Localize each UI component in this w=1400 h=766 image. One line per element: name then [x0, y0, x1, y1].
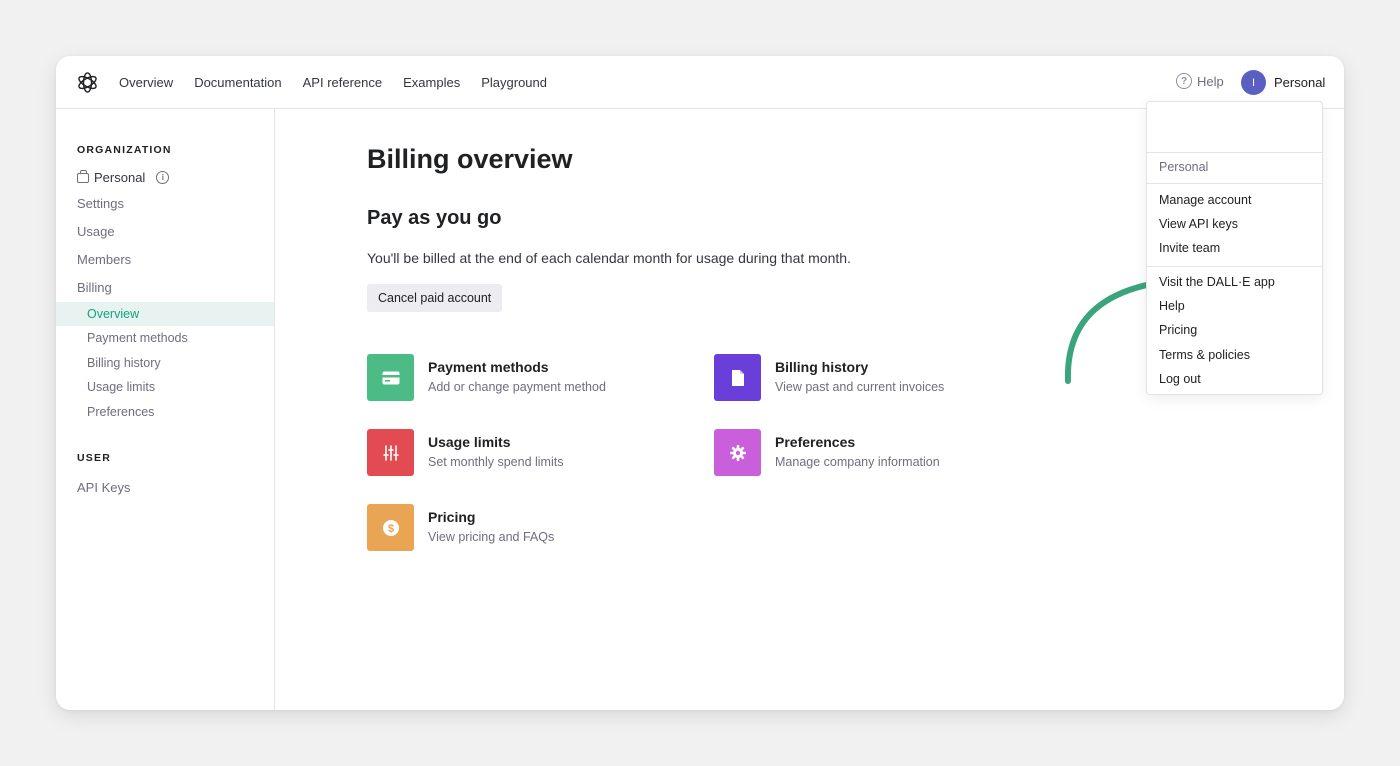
card-title: Preferences: [775, 434, 856, 450]
nav-documentation[interactable]: Documentation: [194, 75, 281, 90]
account-dropdown: Personal Manage account View API keys In…: [1146, 101, 1323, 395]
menu-item-log-out[interactable]: Log out: [1159, 372, 1201, 386]
account-menu-button[interactable]: I Personal: [1241, 70, 1325, 95]
svg-text:$: $: [387, 523, 393, 535]
sidebar: ORGANIZATION Personal i Settings Usage M…: [56, 109, 275, 710]
sidebar-item-api-keys[interactable]: API Keys: [77, 480, 130, 495]
plan-title: Pay as you go: [367, 207, 502, 229]
document-icon: [714, 354, 761, 401]
sliders-icon: [367, 429, 414, 476]
nav-links: Overview Documentation API reference Exa…: [119, 56, 547, 109]
org-selector[interactable]: Personal i: [77, 169, 170, 185]
sidebar-sub-overview[interactable]: Overview: [56, 302, 274, 326]
dollar-icon: $: [367, 504, 414, 551]
avatar: I: [1241, 70, 1266, 95]
card-description: Set monthly spend limits: [428, 455, 564, 469]
dropdown-divider: [1147, 266, 1322, 267]
nav-playground[interactable]: Playground: [481, 75, 547, 90]
card-title: Billing history: [775, 359, 869, 375]
help-link[interactable]: ? Help: [1176, 73, 1224, 89]
menu-item-terms-policies[interactable]: Terms & policies: [1159, 348, 1250, 362]
menu-item-invite-team[interactable]: Invite team: [1159, 241, 1220, 255]
card-description: View pricing and FAQs: [428, 530, 555, 544]
gear-icon: [714, 429, 761, 476]
sidebar-item-usage[interactable]: Usage: [77, 224, 115, 239]
menu-item-pricing[interactable]: Pricing: [1159, 323, 1197, 337]
page-title: Billing overview: [367, 144, 573, 174]
nav-api-reference[interactable]: API reference: [303, 75, 383, 90]
nav-overview[interactable]: Overview: [119, 75, 173, 90]
account-label: Personal: [1274, 75, 1326, 90]
card-description: View past and current invoices: [775, 380, 945, 394]
dropdown-org-label: Personal: [1159, 160, 1209, 174]
sidebar-sub-payment-methods[interactable]: Payment methods: [56, 326, 274, 350]
cancel-paid-account-button[interactable]: Cancel paid account: [367, 284, 503, 312]
card-preferences[interactable]: Preferences Manage company information: [714, 429, 1014, 477]
sidebar-sub-preferences[interactable]: Preferences: [56, 400, 274, 424]
user-heading: USER: [77, 452, 111, 464]
dropdown-divider: [1147, 183, 1322, 184]
sidebar-item-settings[interactable]: Settings: [77, 196, 124, 211]
plan-description: You'll be billed at the end of each cale…: [367, 250, 851, 266]
question-icon: ?: [1176, 73, 1192, 89]
info-icon[interactable]: i: [156, 171, 170, 184]
dropdown-divider: [1147, 152, 1322, 153]
card-description: Manage company information: [775, 455, 940, 469]
openai-logo-icon[interactable]: [76, 71, 99, 94]
card-description: Add or change payment method: [428, 380, 606, 394]
app-window: Overview Documentation API reference Exa…: [56, 56, 1344, 710]
sidebar-item-members[interactable]: Members: [77, 252, 131, 267]
menu-item-visit-dalle[interactable]: Visit the DALL·E app: [1159, 275, 1275, 289]
card-payment-methods[interactable]: Payment methods Add or change payment me…: [367, 354, 667, 402]
card-title: Pricing: [428, 509, 476, 525]
org-heading: ORGANIZATION: [77, 144, 172, 156]
org-name: Personal: [94, 170, 146, 185]
menu-item-manage-account[interactable]: Manage account: [1159, 193, 1251, 207]
briefcase-icon: [77, 169, 89, 183]
card-pricing[interactable]: $ Pricing View pricing and FAQs: [367, 504, 667, 552]
nav-examples[interactable]: Examples: [403, 75, 460, 90]
help-label: Help: [1197, 73, 1224, 89]
card-billing-history[interactable]: Billing history View past and current in…: [714, 354, 1014, 402]
card-title: Usage limits: [428, 434, 511, 450]
card-title: Payment methods: [428, 359, 549, 375]
menu-item-view-api-keys[interactable]: View API keys: [1159, 217, 1238, 231]
card-usage-limits[interactable]: Usage limits Set monthly spend limits: [367, 429, 667, 477]
menu-item-help[interactable]: Help: [1159, 299, 1185, 313]
sidebar-item-billing[interactable]: Billing: [77, 280, 112, 295]
credit-card-icon: [367, 354, 414, 401]
sidebar-sub-billing-history[interactable]: Billing history: [56, 351, 274, 375]
sidebar-sub-usage-limits[interactable]: Usage limits: [56, 375, 274, 399]
